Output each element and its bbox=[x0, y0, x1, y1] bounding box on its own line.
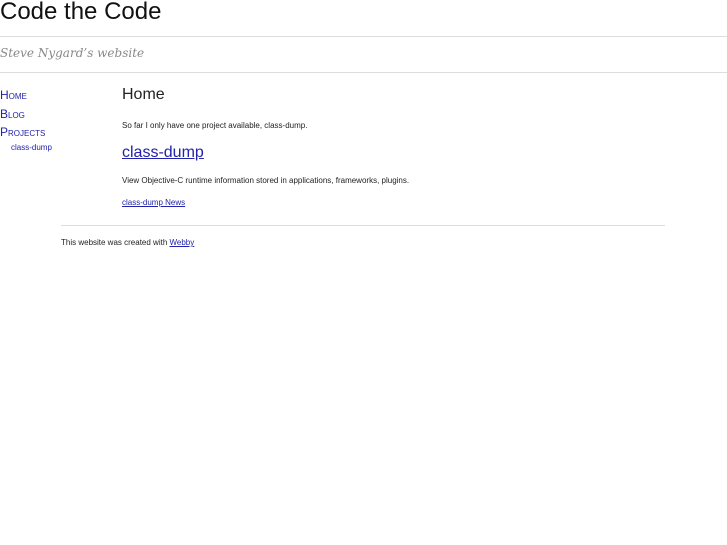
page-heading: Home bbox=[122, 86, 165, 103]
nav-blog[interactable]: Blog bbox=[0, 105, 52, 124]
footer-text: This website was created with bbox=[61, 238, 170, 247]
nav-projects[interactable]: Projects bbox=[0, 123, 52, 142]
site-title: Code the Code bbox=[0, 0, 162, 25]
footer: This website was created with Webby bbox=[61, 238, 194, 247]
project-title-link[interactable]: class-dump bbox=[122, 144, 204, 161]
sidebar-nav: Home Blog Projects class-dump bbox=[0, 86, 52, 153]
project-news-link[interactable]: class-dump News bbox=[122, 198, 185, 207]
divider bbox=[0, 36, 727, 37]
webby-link[interactable]: Webby bbox=[170, 238, 195, 247]
footer-divider bbox=[61, 225, 665, 226]
divider bbox=[0, 72, 727, 73]
project-description: View Objective-C runtime information sto… bbox=[122, 176, 410, 185]
nav-home[interactable]: Home bbox=[0, 86, 52, 105]
site-tagline: Steve Nygard’s website bbox=[0, 46, 145, 60]
nav-class-dump[interactable]: class-dump bbox=[11, 142, 52, 153]
main-content: Home So far I only have one project avai… bbox=[122, 86, 662, 210]
intro-text: So far I only have one project available… bbox=[122, 121, 308, 130]
